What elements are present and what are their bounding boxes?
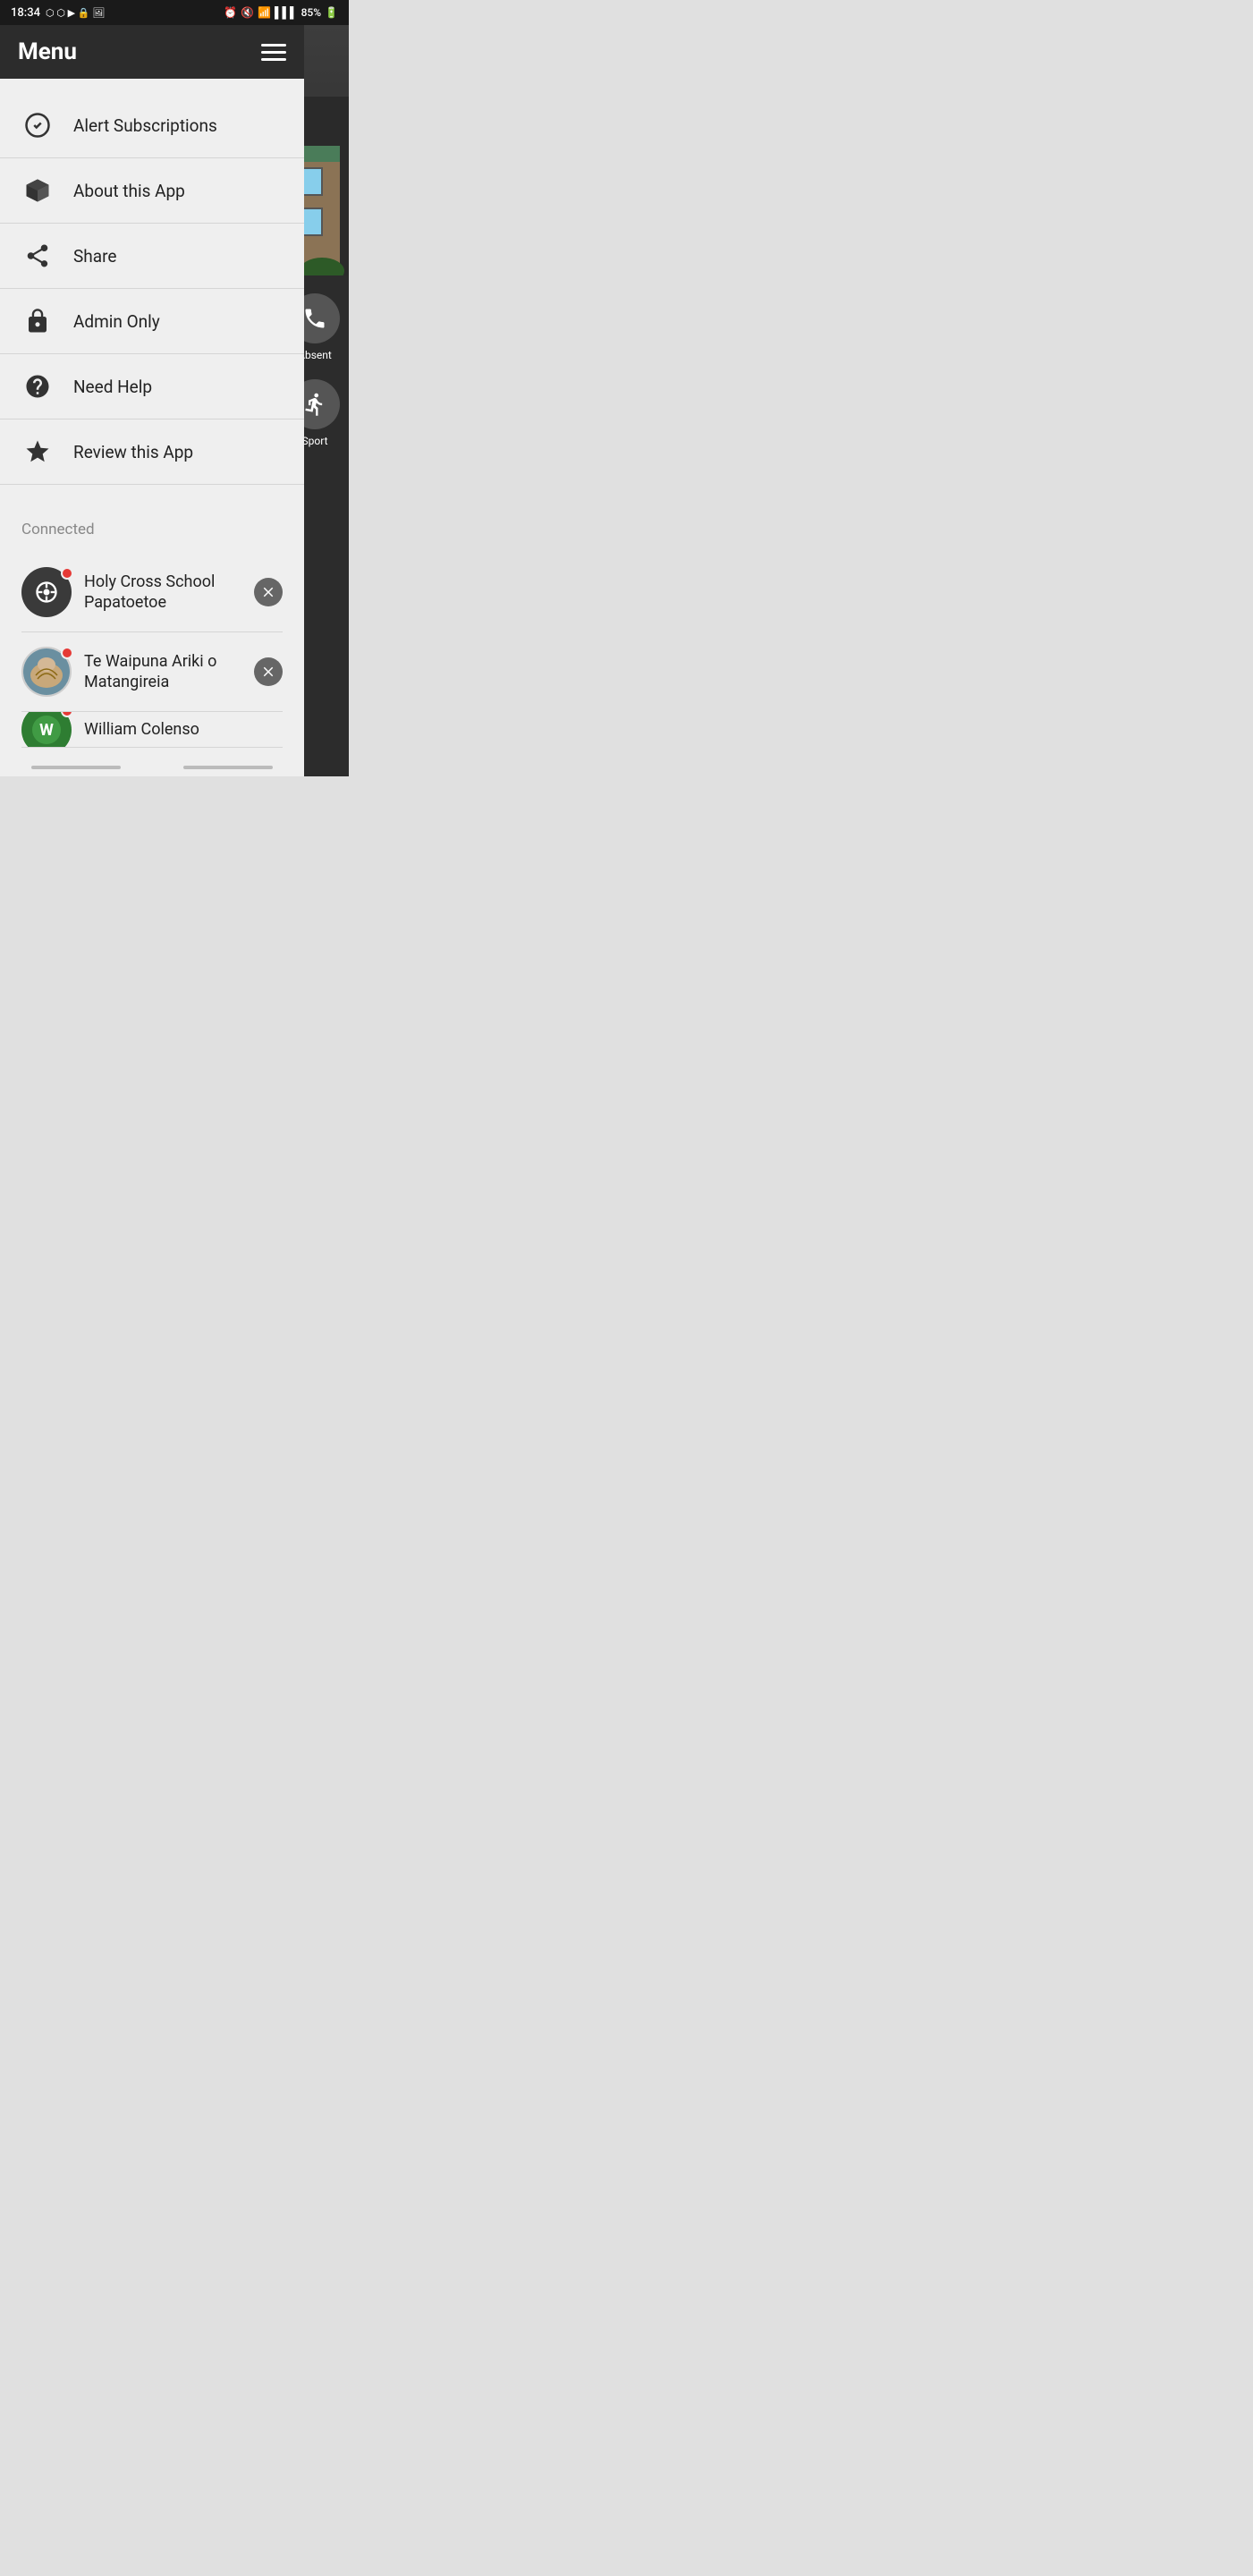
sport-label: Sport [302,435,328,447]
te-waipuna-info: Te Waipuna Ariki o Matangireia [84,651,241,693]
mute-icon: 🔇 [241,6,254,19]
time: 18:34 [11,6,40,20]
star-icon [21,436,54,468]
te-waipuna-name: Te Waipuna Ariki o Matangireia [84,652,216,691]
scroll-bar-2[interactable] [183,766,273,769]
menu-item-about-app[interactable]: About this App [0,158,304,224]
hamburger-button[interactable] [261,44,286,61]
william-colenso-info: William Colenso [84,719,283,740]
connected-section: Connected [0,499,304,758]
help-circle-icon [21,370,54,402]
drawer-header: Menu [0,25,304,79]
review-app-label: Review this App [73,442,193,462]
drawer-title: Menu [18,38,77,65]
wifi-icon: 📶 [258,6,271,19]
about-app-label: About this App [73,181,185,201]
battery: 85% [301,6,321,19]
menu-item-admin-only[interactable]: Admin Only [0,289,304,354]
need-help-label: Need Help [73,377,152,397]
holy-cross-info: Holy Cross School Papatoetoe [84,572,241,614]
william-colenso-name: William Colenso [84,720,199,739]
school-item-holy-cross[interactable]: Holy Cross School Papatoetoe [21,553,283,632]
share-label: Share [73,246,116,267]
menu-item-share[interactable]: Share [0,224,304,289]
battery-icon: 🔋 [325,6,338,19]
connected-title: Connected [21,521,283,538]
lock-icon [21,305,54,337]
menu-item-alert-subscriptions[interactable]: Alert Subscriptions [0,93,304,158]
svg-text:W: W [39,721,54,740]
te-waipuna-remove-button[interactable] [254,657,283,686]
status-right: ⏰ 🔇 📶 ▌▌▌ 85% 🔋 [224,6,338,19]
school-item-william-colenso[interactable]: W William Colenso [21,712,283,748]
share-icon [21,240,54,272]
school-item-te-waipuna[interactable]: Te Waipuna Ariki o Matangireia [21,632,283,712]
signal-icon: ▌▌▌ [275,6,298,19]
menu-item-review-app[interactable]: Review this App [0,419,304,485]
holy-cross-remove-button[interactable] [254,578,283,606]
alert-subscriptions-label: Alert Subscriptions [73,115,217,136]
status-left: 18:34 ⬡ ⬡ ▶ 🔒 🖼 [11,6,105,20]
menu-section: Alert Subscriptions About this App [0,79,304,499]
menu-item-need-help[interactable]: Need Help [0,354,304,419]
holy-cross-notification [61,567,73,580]
status-bar: 18:34 ⬡ ⬡ ▶ 🔒 🖼 ⏰ 🔇 📶 ▌▌▌ 85% 🔋 [0,0,349,25]
drawer-menu: Menu Alert Subscriptions [0,25,304,776]
checkmark-circle-icon [21,109,54,141]
scroll-indicators [0,758,304,776]
admin-only-label: Admin Only [73,311,160,332]
holy-cross-name: Holy Cross School Papatoetoe [84,572,215,612]
alarm-icon: ⏰ [224,6,237,19]
te-waipuna-notification [61,647,73,659]
app-wrapper: Absent Sport Menu [0,25,349,776]
scroll-bar-1[interactable] [31,766,121,769]
cube-icon [21,174,54,207]
william-colenso-avatar: W [21,712,72,748]
william-colenso-notification [61,712,73,717]
app-icons: ⬡ ⬡ ▶ 🔒 🖼 [46,7,105,19]
